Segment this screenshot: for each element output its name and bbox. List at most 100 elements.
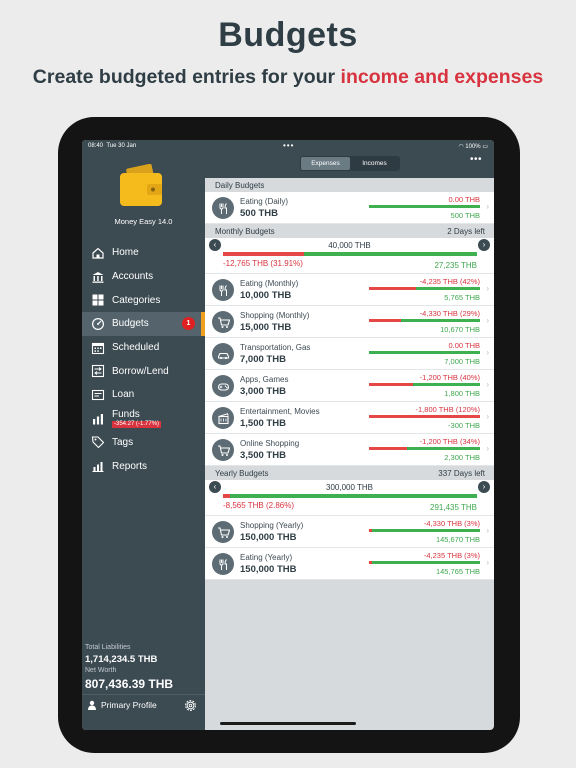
period-remaining: 291,435 THB <box>430 503 477 512</box>
status-battery: ◠ 100% ▭ <box>458 143 488 150</box>
multitask-dots[interactable]: ••• <box>283 141 294 150</box>
budget-row[interactable]: Shopping (Yearly) 150,000 THB -4,330 THB (… <box>205 516 494 548</box>
home-indicator[interactable] <box>220 722 356 725</box>
calendar-icon <box>91 341 105 355</box>
type-segmented-control: Expenses Incomes <box>300 156 400 171</box>
budget-progress-bar <box>369 319 480 322</box>
budget-progress-bar <box>369 383 480 386</box>
budget-row[interactable]: Shopping (Monthly) 15,000 THB -4,330 THB (… <box>205 306 494 338</box>
budget-name: Eating (Yearly) <box>240 553 293 562</box>
budget-row[interactable]: Entertainment, Movies 1,500 THB -1,800 THB… <box>205 402 494 434</box>
budget-progress-bar <box>369 529 480 532</box>
wifi-icon: ◠ <box>458 144 464 150</box>
sidebar-item-label: Borrow/Lend <box>112 365 169 377</box>
period-spent: -12,765 THB (31.91%) <box>223 259 303 268</box>
sidebar-item-label: Scheduled <box>112 342 160 354</box>
budget-row[interactable]: Eating (Monthly) 10,000 THB -4,235 THB (42… <box>205 274 494 306</box>
budget-remaining: 145,765 THB <box>435 567 480 576</box>
chevron-right-icon: › <box>486 348 489 357</box>
chevron-right-icon: › <box>486 316 489 325</box>
cutlery-icon <box>219 284 227 296</box>
budget-row[interactable]: Apps, Games 3,000 THB -1,200 THB (40%) 1,80… <box>205 370 494 402</box>
budget-name: Eating (Monthly) <box>240 279 299 288</box>
sidebar-item-loan[interactable]: Loan <box>82 383 205 407</box>
more-menu-button[interactable]: ••• <box>470 154 482 165</box>
section-title: Daily Budgets <box>215 180 265 190</box>
budget-remaining: 500 THB <box>450 211 480 220</box>
budget-name: Eating (Daily) <box>240 197 289 206</box>
grid-icon <box>91 293 105 307</box>
budget-amount: 1,500 THB <box>240 418 286 429</box>
sidebar-item-funds[interactable]: Funds -354.27 (-1.77%) <box>82 407 205 431</box>
sidebar-item-label: Home <box>112 247 139 259</box>
chart-icon <box>91 459 105 473</box>
budget-progress-fill <box>369 529 373 532</box>
budget-spent: -1,800 THB (120%) <box>415 405 480 414</box>
budget-row[interactable]: Eating (Daily) 500 THB 0.00 THB 500 THB › <box>205 192 494 224</box>
period-progress-bar <box>223 494 477 498</box>
sidebar-item-reports[interactable]: Reports <box>82 454 205 478</box>
battery-percent: 100% <box>465 144 481 150</box>
gamepad-icon <box>217 382 229 391</box>
budget-amount: 3,500 THB <box>240 450 286 461</box>
budget-remaining: 5,765 THB <box>444 293 480 302</box>
battery-icon: ▭ <box>482 144 488 150</box>
sidebar-item-label: Accounts <box>112 271 154 283</box>
budget-row[interactable]: Transportation, Gas 7,000 THB 0.00 THB 7,00… <box>205 338 494 370</box>
budget-progress-bar <box>369 205 480 208</box>
sidebar-item-categories[interactable]: Categories <box>82 288 205 312</box>
category-icon-badge <box>212 375 234 397</box>
car-icon <box>217 352 229 359</box>
sidebar-item-home[interactable]: Home <box>82 241 205 265</box>
period-progress-fill <box>223 252 305 256</box>
cutlery-icon <box>219 558 227 570</box>
category-icon-badge <box>212 553 234 575</box>
funds-change: -354.27 (-1.77%) <box>112 421 162 428</box>
hero-title: Budgets <box>218 16 358 54</box>
budget-remaining: 10,670 THB <box>440 325 480 334</box>
status-time: 08:40 <box>88 143 104 149</box>
section-title: Yearly Budgets <box>215 468 269 478</box>
budget-row[interactable]: Online Shopping 3,500 THB -1,200 THB (34%)… <box>205 434 494 466</box>
sidebar-item-budgets[interactable]: Budgets 1 <box>82 312 205 336</box>
budget-amount: 7,000 THB <box>240 354 286 365</box>
budget-row[interactable]: Eating (Yearly) 150,000 THB -4,235 THB (3%… <box>205 548 494 580</box>
section-title: Monthly Budgets <box>215 226 275 236</box>
tab-incomes[interactable]: Incomes <box>350 157 399 170</box>
category-icon-badge <box>212 521 234 543</box>
wallet-logo-icon <box>120 164 162 206</box>
app-name: Money Easy 14.0 <box>114 217 173 226</box>
sidebar-nav: Home Accounts Categories Budgets 1 Scheduled B… <box>82 241 205 478</box>
sidebar-item-accounts[interactable]: Accounts <box>82 265 205 289</box>
gear-icon[interactable] <box>183 698 198 713</box>
profile-name: Primary Profile <box>101 700 157 710</box>
chevron-right-icon: › <box>486 444 489 453</box>
budget-amount: 10,000 THB <box>240 290 292 301</box>
budget-amount: 3,000 THB <box>240 386 286 397</box>
budget-spent: -4,235 THB (42%) <box>419 277 480 286</box>
status-time-date: 08:40 Tue 30 Jan <box>88 143 136 149</box>
total-liabilities-value: 1,714,234.5 THB <box>85 654 158 665</box>
cart-icon <box>217 526 230 538</box>
top-bar: ••• ◠ 100% ▭ Expenses Incomes ••• <box>205 140 494 178</box>
hero-subtitle-prefix: Create budgeted entries for your <box>32 66 341 88</box>
sidebar-item-tags[interactable]: Tags <box>82 431 205 455</box>
budget-remaining: 2,300 THB <box>444 453 480 462</box>
budget-progress-bar <box>369 415 480 418</box>
budget-name: Entertainment, Movies <box>240 407 320 416</box>
category-icon-badge <box>212 197 234 219</box>
person-icon <box>88 700 96 710</box>
sidebar-item-borrow-lend[interactable]: Borrow/Lend <box>82 359 205 383</box>
status-date: Tue 30 Jan <box>106 143 137 149</box>
sidebar-item-label: Reports <box>112 460 148 472</box>
budget-name: Shopping (Monthly) <box>240 311 310 320</box>
tab-expenses[interactable]: Expenses <box>301 157 350 170</box>
sidebar-item-scheduled[interactable]: Scheduled <box>82 336 205 360</box>
profile-button[interactable]: Primary Profile <box>87 700 157 710</box>
category-icon-badge <box>212 279 234 301</box>
section-header-monthly: Monthly Budgets 2 Days left <box>205 224 494 238</box>
funds-icon <box>91 412 105 426</box>
chevron-right-icon: › <box>486 380 489 389</box>
period-spent: -8,565 THB (2.86%) <box>223 501 294 510</box>
budget-name: Transportation, Gas <box>240 343 311 352</box>
